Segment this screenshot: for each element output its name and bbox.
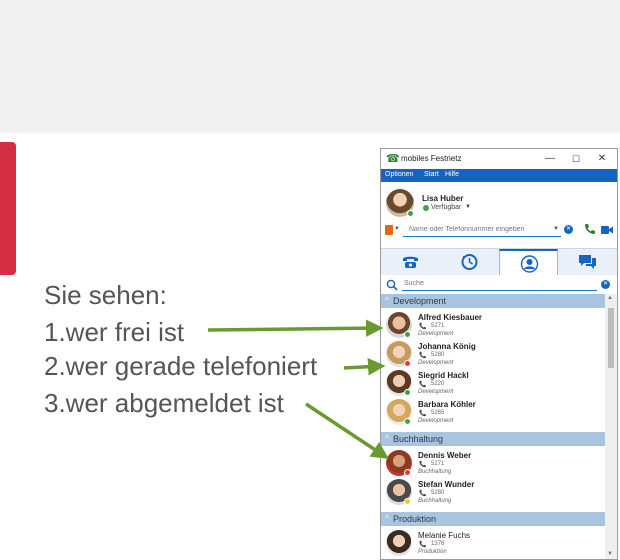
contact-department: Development bbox=[418, 389, 454, 395]
tab-bar bbox=[381, 248, 617, 275]
contact-extension: 5280 bbox=[431, 490, 445, 496]
contact-extension: 5220 bbox=[431, 381, 445, 387]
chevron-up-icon: ^ bbox=[385, 434, 389, 443]
accent-bar bbox=[0, 142, 16, 275]
phone-icon: 📞 bbox=[419, 411, 427, 417]
chevron-down-icon[interactable]: ▼ bbox=[394, 226, 400, 232]
window-title: mobiles Festnetz bbox=[401, 154, 462, 163]
profile-status[interactable]: Verfügbar bbox=[431, 204, 461, 211]
slide-point-available: 1.wer frei ist bbox=[44, 317, 185, 347]
group-header-produktion[interactable]: ^ Produktion bbox=[381, 512, 605, 526]
contact-department: Produktion bbox=[418, 549, 447, 555]
dial-input[interactable] bbox=[403, 223, 561, 237]
tab-contacts[interactable] bbox=[499, 249, 558, 275]
menu-start[interactable]: Start bbox=[424, 171, 439, 178]
contact-department: Development bbox=[418, 418, 454, 424]
phone-icon bbox=[403, 256, 418, 268]
menu-optionen[interactable]: Optionen bbox=[385, 171, 413, 178]
menu-bar: Optionen Start Hilfe bbox=[381, 169, 617, 182]
scroll-down-icon[interactable]: ▼ bbox=[607, 551, 613, 557]
phone-icon: 📞 bbox=[419, 382, 427, 388]
profile-name: Lisa Huber bbox=[422, 194, 464, 203]
phone-icon: 📞 bbox=[419, 353, 427, 359]
clear-search-icon[interactable]: ✕ bbox=[601, 280, 610, 289]
status-dot bbox=[404, 469, 411, 476]
slide-point-on-call: 2.wer gerade telefoniert bbox=[44, 351, 318, 381]
contact-extension: 5280 bbox=[431, 352, 445, 358]
phone-icon: 📞 bbox=[419, 491, 427, 497]
slide-heading: Sie sehen: bbox=[44, 280, 167, 310]
available-icon bbox=[423, 205, 429, 211]
list-item[interactable]: Dennis Weber 📞 5271 Buchhaltung bbox=[381, 449, 605, 479]
chat-icon bbox=[579, 255, 596, 269]
contact-department: Buchhaltung bbox=[418, 469, 452, 475]
call-icon[interactable] bbox=[584, 223, 596, 235]
status-dot bbox=[404, 418, 411, 425]
app-window: ☎ mobiles Festnetz — ☐ ✕ Optionen Start … bbox=[380, 148, 618, 560]
top-band bbox=[0, 0, 620, 133]
status-dot bbox=[404, 389, 411, 396]
group-label: Development bbox=[393, 296, 447, 306]
group-header-buchhaltung[interactable]: ^ Buchhaltung bbox=[381, 432, 605, 446]
avatar bbox=[386, 530, 412, 556]
contact-extension: 5271 bbox=[431, 461, 445, 467]
contacts-icon bbox=[520, 255, 539, 273]
minimize-button[interactable]: — bbox=[543, 152, 557, 166]
scrollbar[interactable]: ▲ ▼ bbox=[605, 294, 617, 559]
contact-name: Barbara Köhler bbox=[418, 400, 476, 409]
tab-chat[interactable] bbox=[558, 249, 617, 275]
contact-name: Johanna König bbox=[418, 342, 476, 351]
group-label: Produktion bbox=[393, 514, 437, 524]
contact-list: ^ Development Alfred Kiesbauer 📞 5271 De… bbox=[381, 294, 617, 559]
phone-icon: 📞 bbox=[419, 324, 427, 330]
contact-name: Siegrid Hackl bbox=[418, 371, 469, 380]
contact-name: Alfred Kiesbauer bbox=[418, 313, 483, 322]
list-item[interactable]: Johanna König 📞 5280 Development bbox=[381, 340, 605, 370]
contact-name: Stefan Wunder bbox=[418, 480, 475, 489]
list-item[interactable]: Siegrid Hackl 📞 5220 Development bbox=[381, 369, 605, 399]
chevron-up-icon: ^ bbox=[385, 296, 389, 305]
contact-name: Melanie Fuchs bbox=[418, 531, 471, 540]
list-item[interactable]: Stefan Wunder 📞 5280 Buchhaltung bbox=[381, 478, 605, 508]
slide-point-logged-off: 3.wer abgemeldet ist bbox=[44, 388, 284, 418]
clear-icon[interactable]: ✕ bbox=[564, 225, 573, 234]
chevron-down-icon[interactable]: ▼ bbox=[553, 226, 559, 232]
status-dot bbox=[404, 360, 411, 367]
list-item[interactable]: Melanie Fuchs 📞 1378 Produktion bbox=[381, 529, 605, 559]
history-icon bbox=[461, 254, 478, 270]
title-bar: ☎ mobiles Festnetz — ☐ ✕ bbox=[381, 149, 617, 169]
contact-name: Dennis Weber bbox=[418, 451, 472, 460]
menu-hilfe[interactable]: Hilfe bbox=[445, 171, 459, 178]
phone-app-icon: ☎ bbox=[386, 153, 400, 165]
scroll-thumb[interactable] bbox=[608, 308, 614, 368]
contact-extension: 5271 bbox=[431, 323, 445, 329]
contact-extension: 1378 bbox=[431, 541, 445, 547]
maximize-button[interactable]: ☐ bbox=[569, 152, 583, 166]
chevron-down-icon[interactable]: ▼ bbox=[465, 204, 471, 210]
search-input[interactable] bbox=[402, 277, 597, 291]
contact-department: Development bbox=[418, 331, 454, 337]
phone-icon: 📞 bbox=[419, 542, 427, 548]
group-header-development[interactable]: ^ Development bbox=[381, 294, 605, 308]
close-button[interactable]: ✕ bbox=[595, 152, 609, 166]
status-dot bbox=[404, 498, 411, 505]
chevron-up-icon: ^ bbox=[385, 514, 389, 523]
video-call-icon[interactable] bbox=[601, 225, 613, 235]
search-icon bbox=[386, 279, 398, 291]
profile-status-dot bbox=[407, 210, 414, 217]
tab-history[interactable] bbox=[440, 249, 499, 275]
address-book-icon[interactable] bbox=[385, 225, 393, 235]
list-item[interactable]: Alfred Kiesbauer 📞 5271 Development bbox=[381, 311, 605, 341]
phone-icon: 📞 bbox=[419, 462, 427, 468]
list-item[interactable]: Barbara Köhler 📞 5265 Development bbox=[381, 398, 605, 428]
status-dot bbox=[404, 331, 411, 338]
contact-department: Development bbox=[418, 360, 454, 366]
contact-department: Buchhaltung bbox=[418, 498, 452, 504]
tab-phone[interactable] bbox=[381, 249, 440, 275]
contact-extension: 5265 bbox=[431, 410, 445, 416]
scroll-up-icon[interactable]: ▲ bbox=[607, 295, 613, 301]
group-label: Buchhaltung bbox=[393, 434, 444, 444]
